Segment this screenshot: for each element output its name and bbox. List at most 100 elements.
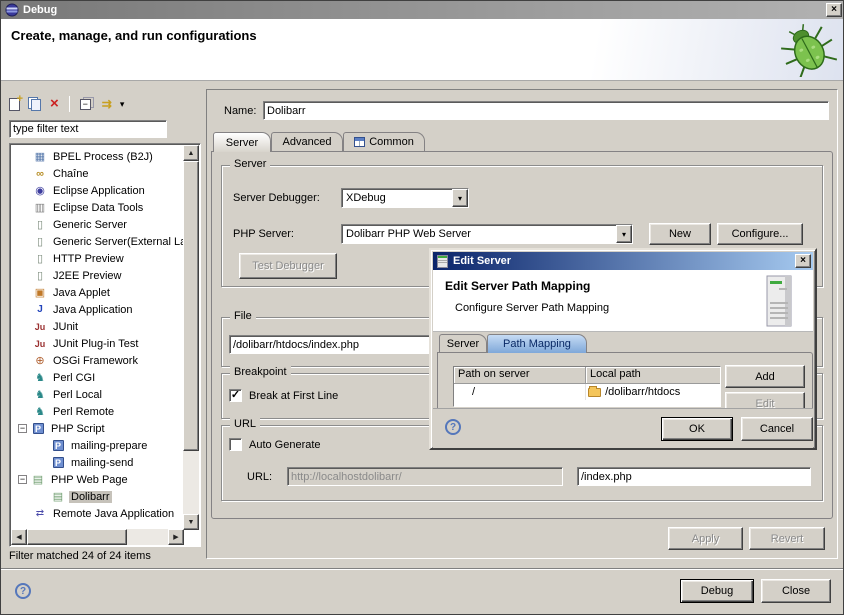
base-url-input[interactable]: [287, 467, 563, 486]
tree-item-mailing-send[interactable]: Pmailing-send: [11, 454, 183, 471]
filter-status-text: Filter matched 24 of 24 items: [9, 550, 151, 562]
php-server-combo[interactable]: Dolibarr PHP Web Server ▾: [341, 224, 633, 244]
scroll-left-icon[interactable]: ◀: [11, 529, 27, 545]
collapse-all-icon[interactable]: −: [80, 97, 94, 111]
breakpoint-group-label: Breakpoint: [230, 366, 291, 378]
debug-button[interactable]: Debug: [680, 579, 754, 603]
dialog-tab-server[interactable]: Server: [439, 334, 487, 352]
window-titlebar: Debug ×: [1, 1, 844, 19]
tree-item-remote-java-application[interactable]: ⇄Remote Java Application: [11, 505, 183, 522]
perl-camel-icon: ♞: [33, 405, 47, 418]
apply-button[interactable]: Apply: [668, 527, 743, 550]
tree-item-mailing-prepare[interactable]: Pmailing-prepare: [11, 437, 183, 454]
dialog-tab-path-mapping[interactable]: Path Mapping: [487, 334, 587, 353]
tree-item-perl-remote[interactable]: ♞Perl Remote: [11, 403, 183, 420]
toolbar-menu-dropdown-icon[interactable]: ▾: [120, 99, 125, 110]
column-header-local-path[interactable]: Local path: [586, 367, 720, 384]
tree-item-osgi-framework[interactable]: ⊕OSGi Framework: [11, 352, 183, 369]
server-debugger-combo[interactable]: XDebug ▾: [341, 188, 469, 208]
server-tower-icon: [759, 274, 799, 328]
name-label: Name:: [224, 105, 256, 117]
close-button[interactable]: Close: [761, 579, 831, 603]
tree-item-j2ee-preview[interactable]: ▯J2EE Preview: [11, 267, 183, 284]
close-icon: ×: [831, 4, 837, 15]
tree-item-eclipse-application[interactable]: ◉Eclipse Application: [11, 182, 183, 199]
server-icon: ▯: [33, 269, 47, 282]
add-mapping-button[interactable]: Add: [725, 365, 805, 388]
chevron-down-icon[interactable]: ▾: [616, 225, 632, 243]
tab-server[interactable]: Server: [213, 132, 271, 152]
footer-separator: [1, 568, 844, 570]
test-debugger-button[interactable]: Test Debugger: [239, 253, 337, 279]
header-banner: Create, manage, and run configurations: [1, 19, 844, 81]
tree-item-http-preview[interactable]: ▯HTTP Preview: [11, 250, 183, 267]
php-file-icon: P: [51, 457, 65, 468]
column-header-path-on-server[interactable]: Path on server: [454, 367, 586, 384]
minus-glyph: −: [80, 99, 91, 110]
break-at-first-line-checkbox[interactable]: ✓: [229, 389, 242, 402]
server-debugger-label: Server Debugger:: [233, 192, 320, 204]
tree-item-generic-server-external[interactable]: ▯Generic Server(External La: [11, 233, 183, 250]
new-server-button[interactable]: New: [649, 223, 711, 245]
tree-item-generic-server[interactable]: ▯Generic Server: [11, 216, 183, 233]
plus-overlay-icon: +: [17, 93, 23, 105]
toolbar-separator: [69, 96, 70, 112]
tree-item-php-script[interactable]: −PPHP Script: [11, 420, 183, 437]
window-title: Debug: [23, 4, 57, 16]
server-icon: ▯: [33, 252, 47, 265]
tab-common[interactable]: Common: [343, 132, 425, 151]
tab-advanced[interactable]: Advanced: [271, 132, 343, 151]
tree-item-junit-plugin-test[interactable]: JuJUnit Plug-in Test: [11, 335, 183, 352]
server-window-icon: [437, 255, 448, 268]
auto-generate-checkbox[interactable]: [229, 438, 242, 451]
new-configuration-icon[interactable]: +: [9, 98, 20, 111]
tree-item-perl-cgi[interactable]: ♞Perl CGI: [11, 369, 183, 386]
tree-item-java-application[interactable]: JJava Application: [11, 301, 183, 318]
horizontal-scroll-thumb[interactable]: [27, 529, 127, 545]
selected-tree-item-label: Dolibarr: [69, 491, 112, 503]
scroll-right-icon[interactable]: ▶: [168, 529, 184, 545]
dialog-close-button[interactable]: ×: [795, 254, 811, 268]
tree-vertical-scrollbar[interactable]: ▲ ▼: [183, 145, 199, 530]
remote-java-icon: ⇄: [33, 508, 47, 519]
tree-item-perl-local[interactable]: ♞Perl Local: [11, 386, 183, 403]
dialog-titlebar: Edit Server ×: [433, 252, 813, 270]
break-at-first-line-label: Break at First Line: [249, 390, 338, 402]
server-icon: ▯: [33, 235, 47, 248]
tree-item-php-web-page[interactable]: −▤PHP Web Page: [11, 471, 183, 488]
dialog-header: Edit Server Path Mapping Configure Serve…: [433, 270, 813, 332]
ok-button[interactable]: OK: [661, 417, 733, 441]
type-filter-input[interactable]: [9, 120, 167, 138]
cancel-button[interactable]: Cancel: [741, 417, 813, 441]
tree-item-junit[interactable]: JuJUnit: [11, 318, 183, 335]
configure-button[interactable]: Configure...: [717, 223, 803, 245]
vertical-scroll-thumb[interactable]: [183, 161, 199, 451]
collapse-expander-icon[interactable]: −: [18, 475, 27, 484]
window-close-button[interactable]: ×: [826, 3, 842, 17]
dialog-help-icon[interactable]: ?: [445, 419, 461, 435]
duplicate-configuration-icon[interactable]: [28, 97, 42, 111]
debug-configurations-window: Debug × Create, manage, and run configur…: [0, 0, 844, 615]
tree-item-dolibarr[interactable]: ▤Dolibarr: [11, 488, 183, 505]
revert-button[interactable]: Revert: [749, 527, 825, 550]
collapse-expander-icon[interactable]: −: [18, 424, 27, 433]
url-path-input[interactable]: [577, 467, 811, 486]
configuration-name-input[interactable]: [263, 101, 829, 120]
scroll-up-icon[interactable]: ▲: [183, 145, 199, 161]
tree-horizontal-scrollbar[interactable]: ◀ ▶: [11, 529, 184, 545]
perl-camel-icon: ♞: [33, 371, 47, 384]
php-file-icon: P: [51, 440, 65, 451]
tree-item-java-applet[interactable]: ▣Java Applet: [11, 284, 183, 301]
chain-icon: ∞: [33, 168, 47, 180]
junit-plugin-test-icon: Ju: [33, 339, 47, 349]
tree-item-eclipse-data-tools[interactable]: ▥Eclipse Data Tools: [11, 199, 183, 216]
delete-configuration-icon[interactable]: ×: [50, 97, 59, 111]
filter-launch-configurations-icon[interactable]: ⇉: [102, 97, 112, 111]
table-row[interactable]: / /dolibarr/htdocs: [454, 384, 720, 400]
edit-server-dialog: Edit Server × Edit Server Path Mapping C…: [429, 248, 817, 450]
chevron-down-icon[interactable]: ▾: [452, 189, 468, 207]
tree-item-chaine[interactable]: ∞Chaîne: [11, 165, 183, 182]
help-icon[interactable]: ?: [15, 583, 31, 599]
tree-item-bpel-process[interactable]: ▦BPEL Process (B2J): [11, 148, 183, 165]
scroll-down-icon[interactable]: ▼: [183, 514, 199, 530]
